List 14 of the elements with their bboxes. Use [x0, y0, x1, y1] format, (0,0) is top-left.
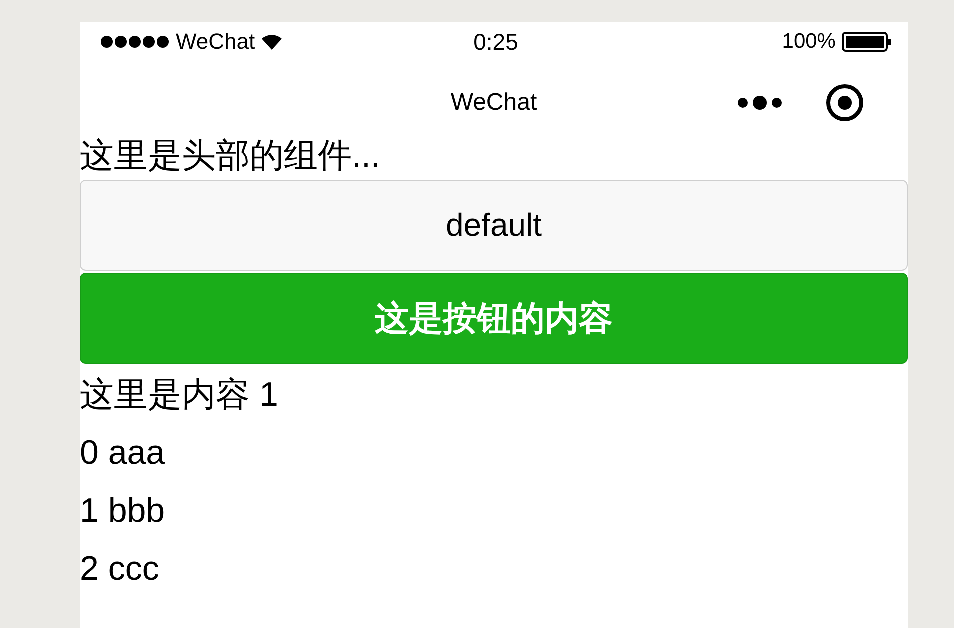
list-item: 2 ccc: [80, 549, 160, 590]
list-item: 1 bbb: [80, 491, 166, 532]
signal-icon: [100, 35, 170, 49]
status-time: 0:25: [474, 28, 518, 56]
list-item: 0 aaa: [80, 433, 166, 474]
default-button[interactable]: default: [80, 180, 908, 271]
battery-icon: [842, 32, 892, 52]
battery-percent: 100%: [782, 30, 836, 54]
carrier-name: WeChat: [176, 29, 256, 55]
more-icon[interactable]: [738, 95, 782, 111]
nav-title: WeChat: [450, 89, 538, 117]
header-text: 这里是头部的组件...: [80, 136, 380, 176]
wifi-icon: [261, 33, 284, 51]
content-title: 这里是内容 1: [80, 375, 278, 416]
